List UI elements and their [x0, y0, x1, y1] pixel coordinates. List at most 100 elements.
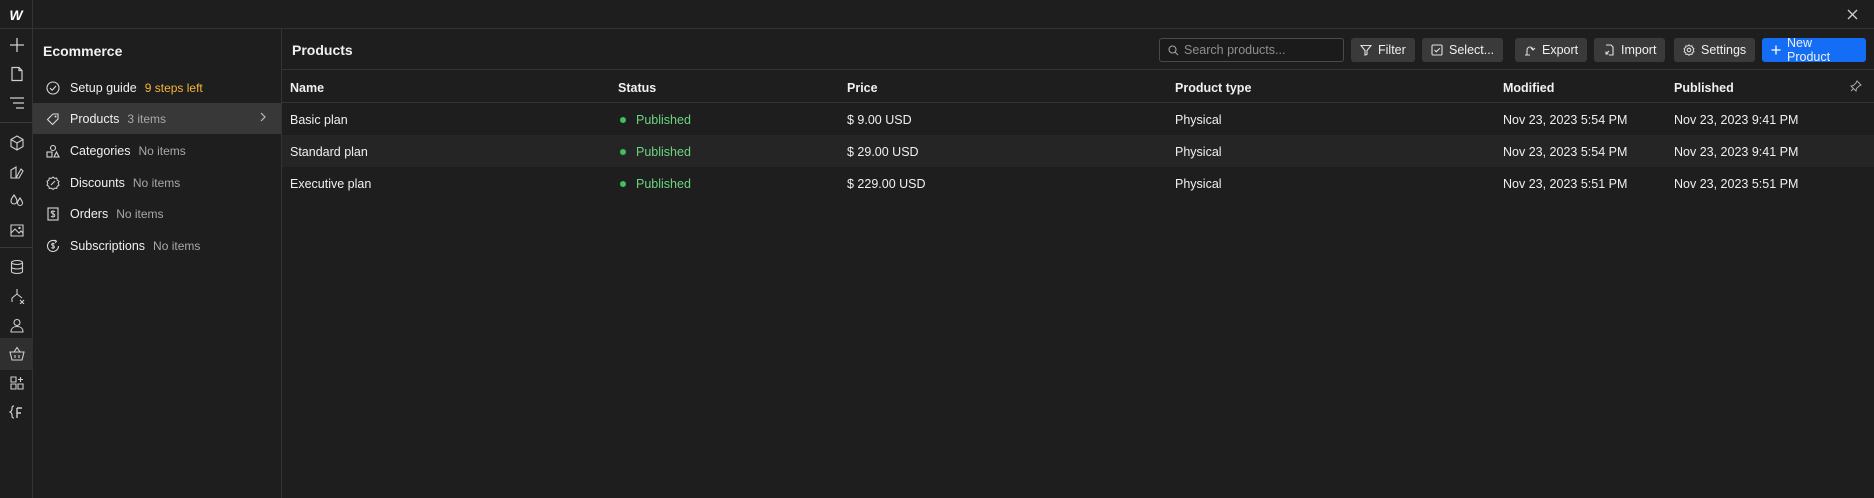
published-date: Nov 23, 2023 5:51 PM	[1674, 177, 1799, 191]
new-product-button[interactable]: New Product	[1762, 36, 1866, 64]
pin-icon[interactable]	[1849, 80, 1862, 95]
sidebar-item-count: No items	[153, 238, 201, 253]
sidebar-title: Ecommerce	[43, 43, 123, 59]
filter-button[interactable]: Filter	[1351, 38, 1415, 62]
search-box[interactable]	[1159, 38, 1344, 62]
table-row[interactable]: Executive plan Published $ 229.00 USD Ph…	[282, 167, 1874, 199]
sidebar-item-orders[interactable]: Orders No items	[33, 198, 281, 229]
close-icon[interactable]	[1844, 6, 1860, 22]
ecommerce-basket-icon[interactable]	[0, 338, 33, 370]
product-type: Physical	[1175, 177, 1222, 191]
sidebar-item-count: No items	[132, 175, 181, 190]
new-product-label: New Product	[1787, 36, 1831, 64]
filter-icon	[1360, 44, 1372, 56]
product-price: $ 29.00 USD	[847, 145, 919, 159]
sidebar-item-setup-guide[interactable]: Setup guide 9 steps left	[33, 72, 281, 103]
receipt-icon	[45, 206, 61, 222]
search-icon	[1168, 44, 1179, 56]
assets-icon[interactable]	[0, 214, 33, 246]
product-type: Physical	[1175, 145, 1222, 159]
column-header-name[interactable]: Name	[290, 81, 324, 95]
products-header: Products Filter Select... Export Import …	[282, 29, 1874, 70]
status-badge: Published	[620, 145, 691, 159]
column-header-status[interactable]: Status	[618, 81, 656, 95]
status-text: Published	[636, 113, 691, 127]
product-price: $ 9.00 USD	[847, 113, 912, 127]
style-manager-icon[interactable]	[0, 156, 33, 188]
shapes-icon	[45, 143, 61, 159]
status-dot	[620, 149, 626, 155]
product-name: Standard plan	[290, 145, 368, 159]
left-rail	[0, 29, 33, 498]
import-label: Import	[1621, 43, 1657, 57]
sidebar-item-label: Subscriptions	[70, 238, 146, 253]
product-name: Basic plan	[290, 113, 348, 127]
setup-steps-left: 9 steps left	[144, 80, 203, 95]
sidebar-item-subscriptions[interactable]: Subscriptions No items	[33, 230, 281, 261]
published-date: Nov 23, 2023 9:41 PM	[1674, 113, 1799, 127]
subscription-icon	[45, 238, 61, 254]
status-text: Published	[636, 177, 691, 191]
status-text: Published	[636, 145, 691, 159]
column-header-product-type[interactable]: Product type	[1175, 81, 1251, 95]
page-title: Products	[292, 42, 353, 58]
product-type: Physical	[1175, 113, 1222, 127]
sidebar-item-label: Products	[70, 111, 120, 126]
components-icon[interactable]	[0, 127, 33, 159]
column-header-price[interactable]: Price	[847, 81, 878, 95]
export-icon	[1524, 44, 1536, 56]
product-price: $ 229.00 USD	[847, 177, 926, 191]
sidebar-item-count: 3 items	[127, 111, 167, 126]
sidebar-item-label: Discounts	[70, 175, 125, 190]
select-button[interactable]: Select...	[1422, 38, 1504, 62]
import-button[interactable]: Import	[1594, 38, 1666, 62]
modified-date: Nov 23, 2023 5:54 PM	[1503, 145, 1628, 159]
status-badge: Published	[620, 113, 691, 127]
filter-label: Filter	[1378, 43, 1406, 57]
settings-button[interactable]: Settings	[1674, 38, 1756, 62]
sidebar-item-categories[interactable]: Categories No items	[33, 135, 281, 166]
import-icon	[1603, 44, 1615, 56]
webflow-logo[interactable]: W	[0, 0, 33, 29]
add-icon[interactable]	[0, 29, 33, 61]
export-button[interactable]: Export	[1515, 38, 1588, 62]
product-name: Executive plan	[290, 177, 372, 191]
sidebar-item-discounts[interactable]: Discounts No items	[33, 167, 281, 198]
users-icon[interactable]	[0, 309, 33, 341]
top-bar: W	[0, 0, 1874, 29]
sidebar-item-label: Setup guide	[70, 80, 137, 95]
tag-icon	[45, 111, 61, 127]
cms-icon[interactable]	[0, 251, 33, 283]
settings-label: Settings	[1701, 43, 1747, 57]
check-circle-icon	[45, 80, 61, 96]
column-header-published[interactable]: Published	[1674, 81, 1734, 95]
apps-icon[interactable]	[0, 367, 33, 399]
status-badge: Published	[620, 177, 691, 191]
plus-icon	[1771, 45, 1781, 55]
sidebar-item-count: No items	[138, 143, 186, 158]
variables-icon[interactable]	[0, 185, 33, 217]
navigator-icon[interactable]	[0, 87, 33, 119]
chevron-right-icon	[259, 111, 267, 126]
sidebar-item-count: No items	[116, 206, 164, 221]
table-row[interactable]: Standard plan Published $ 29.00 USD Phys…	[282, 135, 1874, 167]
status-dot	[620, 117, 626, 123]
gear-icon	[1683, 44, 1695, 56]
sidebar-item-label: Orders	[70, 206, 109, 221]
table-row[interactable]: Basic plan Published $ 9.00 USD Physical…	[282, 103, 1874, 135]
modified-date: Nov 23, 2023 5:54 PM	[1503, 113, 1628, 127]
logic-icon[interactable]	[0, 280, 33, 312]
search-input[interactable]	[1184, 43, 1334, 57]
column-header-modified[interactable]: Modified	[1503, 81, 1554, 95]
page-icon[interactable]	[0, 58, 33, 90]
export-label: Export	[1542, 43, 1579, 57]
status-dot	[620, 181, 626, 187]
modified-date: Nov 23, 2023 5:51 PM	[1503, 177, 1628, 191]
code-braces-icon[interactable]	[0, 396, 33, 428]
sidebar-item-products[interactable]: Products 3 items	[33, 103, 281, 134]
logo-text: W	[9, 6, 23, 23]
table-header: Name Status Price Product type Modified …	[282, 71, 1874, 103]
published-date: Nov 23, 2023 9:41 PM	[1674, 145, 1799, 159]
select-checkbox-icon	[1431, 44, 1443, 56]
select-label: Select...	[1449, 43, 1495, 57]
